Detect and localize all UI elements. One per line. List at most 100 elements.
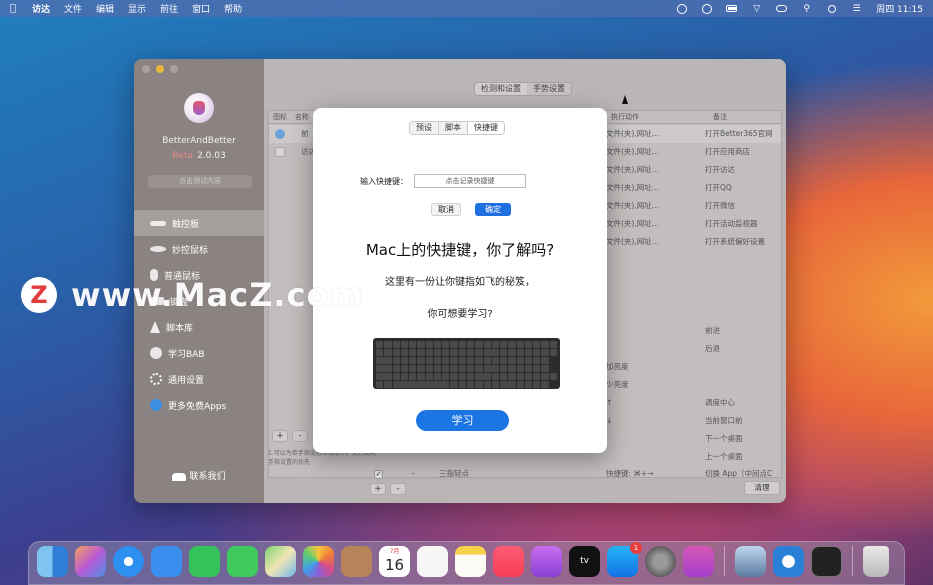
add-gesture-button[interactable]: +: [370, 483, 386, 495]
reminders-icon[interactable]: [417, 546, 448, 577]
podcasts-icon[interactable]: [531, 546, 562, 577]
close-button[interactable]: [142, 65, 150, 73]
remove-gesture-button[interactable]: -: [390, 483, 406, 495]
row-note: 调度中心: [705, 398, 735, 407]
row-note: 打开QQ: [705, 183, 732, 192]
notes-icon[interactable]: [455, 546, 486, 577]
cancel-button[interactable]: 取消: [431, 203, 461, 216]
menu-window[interactable]: 窗口: [192, 2, 210, 15]
status-area: ▽ ⚲ ☰ 周四 11:15: [676, 2, 933, 15]
launchpad-icon[interactable]: [75, 546, 106, 577]
add-button[interactable]: +: [272, 430, 288, 442]
menu-go[interactable]: 前往: [160, 2, 178, 15]
menu-bar:  访达 文件 编辑 显示 前往 窗口 帮助 ▽ ⚲ ☰ 周四 11:15: [0, 0, 933, 17]
clear-button[interactable]: 清理: [744, 481, 780, 495]
tab-detect-settings[interactable]: 检测和设置: [475, 83, 527, 95]
contact-us-button[interactable]: 联系我们: [134, 469, 264, 482]
app-status-icon[interactable]: [701, 3, 712, 14]
search-icon[interactable]: ⚲: [801, 4, 812, 14]
contacts-icon[interactable]: [341, 546, 372, 577]
zoom-button[interactable]: [170, 65, 178, 73]
tab-scripts[interactable]: 脚本: [439, 122, 468, 134]
sidebar-item-learn[interactable]: 学习BAB: [134, 340, 264, 366]
facetime-icon[interactable]: [189, 546, 220, 577]
tab-gesture-settings[interactable]: 手势设置: [527, 83, 571, 95]
minimize-button[interactable]: [156, 65, 164, 73]
sidebar-nav: 触控板 妙控鼠标 普通鼠标 键盘 脚本库 学习BAB 通用设置 更多免费Apps: [134, 210, 264, 418]
apple-tv-icon[interactable]: tv: [569, 546, 600, 577]
shortcut-label: 输入快捷键：: [360, 177, 408, 186]
menu-finder[interactable]: 访达: [32, 2, 50, 15]
app-store-icon[interactable]: 1: [607, 542, 642, 577]
menu-file[interactable]: 文件: [64, 2, 82, 15]
mail-icon[interactable]: [151, 546, 182, 577]
row-action: 文件(夹),网址...: [606, 165, 659, 174]
sidebar-item-trackpad[interactable]: 触控板: [134, 210, 264, 236]
sidebar-item-magic-mouse[interactable]: 妙控鼠标: [134, 236, 264, 262]
shortcut-record-field[interactable]: 点击记录快捷键: [414, 174, 526, 188]
wifi-icon[interactable]: ▽: [751, 4, 762, 14]
dock-icons: 7月 16 tv 1: [37, 542, 889, 577]
apple-menu-icon[interactable]: : [10, 3, 22, 14]
column-header-note[interactable]: 备注: [703, 111, 727, 123]
music-icon[interactable]: [493, 546, 524, 577]
battery-icon[interactable]: [726, 4, 738, 13]
dock: 7月 16 tv 1: [28, 541, 905, 585]
app-version: Beta 2.0.03: [134, 151, 264, 161]
column-header-icon[interactable]: 图标: [269, 111, 295, 123]
contact-label: 联系我们: [189, 472, 226, 482]
system-preferences-icon[interactable]: [645, 546, 676, 577]
confirm-button[interactable]: 确定: [475, 203, 511, 216]
quicktime-icon[interactable]: [773, 546, 804, 577]
watermark: Z www.MacZ.com: [21, 276, 364, 314]
row-note: 打开微信: [705, 201, 735, 210]
calendar-day: 16: [384, 556, 405, 574]
calendar-icon[interactable]: 7月 16: [379, 546, 410, 577]
app-store-badge: 1: [630, 542, 642, 554]
messages-icon[interactable]: [227, 546, 258, 577]
row-note: 打开应用商店: [705, 147, 750, 156]
maps-icon[interactable]: [265, 546, 296, 577]
sidebar-test-button[interactable]: 点击测试内容: [148, 175, 252, 188]
row-action: 加亮度: [606, 362, 629, 371]
row-action: 文件(夹),网址...: [606, 183, 659, 192]
learn-button[interactable]: 学习: [416, 410, 509, 431]
user-icon[interactable]: [826, 4, 837, 13]
menu-help[interactable]: 帮助: [224, 2, 242, 15]
notification-icon[interactable]: ☰: [851, 4, 862, 14]
sidebar-item-more-apps[interactable]: 更多免费Apps: [134, 392, 264, 418]
learn-disc-icon: [150, 347, 162, 359]
feedback-icon[interactable]: [683, 546, 714, 577]
tab-shortcuts[interactable]: 快捷键: [468, 122, 504, 134]
photos-icon[interactable]: [303, 546, 334, 577]
finder-icon[interactable]: [37, 546, 68, 577]
trash-icon[interactable]: [863, 546, 889, 577]
menu-edit[interactable]: 编辑: [96, 2, 114, 15]
control-center-icon[interactable]: [776, 4, 788, 13]
table-row[interactable]: ✓ - 三指轻点 快捷键: ⌘+→ 切换 App（中间点C: [269, 465, 781, 483]
preview-icon[interactable]: [735, 546, 766, 577]
remove-button[interactable]: -: [292, 430, 308, 442]
enable-checkbox[interactable]: ✓: [374, 470, 383, 479]
sidebar-item-settings[interactable]: 通用设置: [134, 366, 264, 392]
row-action: 文件(夹),网址...: [606, 147, 659, 156]
tab-presets[interactable]: 预设: [410, 122, 439, 134]
left-table-buttons: + -: [272, 430, 308, 442]
finder-icon: [275, 147, 285, 157]
terminal-icon[interactable]: [811, 546, 842, 577]
safari-icon[interactable]: [113, 546, 144, 577]
row-name: 前: [301, 129, 309, 138]
menu-clock[interactable]: 周四 11:15: [876, 2, 923, 15]
row-name: 三指轻点: [439, 469, 469, 478]
app-logo-icon: [184, 93, 214, 123]
version-number: 2.0.03: [197, 151, 226, 161]
watermark-logo: Z: [21, 277, 57, 313]
sidebar-item-label: 通用设置: [168, 375, 205, 386]
record-status-icon[interactable]: [676, 3, 687, 14]
menu-view[interactable]: 显示: [128, 2, 146, 15]
row-note: 打开系统偏好设置: [705, 237, 765, 246]
sidebar-item-scripts[interactable]: 脚本库: [134, 314, 264, 340]
keyboard-image: [373, 338, 560, 389]
column-header-action[interactable]: 执行动作: [605, 111, 703, 123]
promo-title: Mac上的快捷键，你了解吗?: [365, 241, 555, 259]
